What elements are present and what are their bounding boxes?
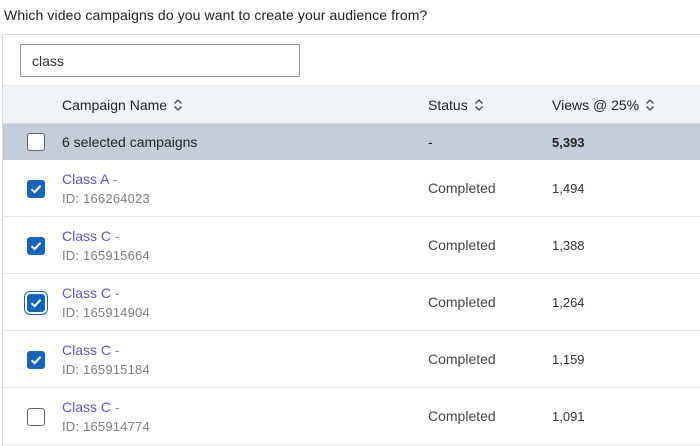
campaign-picker: Campaign Name Status Views @ 25% 6 selec… — [2, 34, 700, 446]
campaign-name-link[interactable]: Class C - — [62, 228, 150, 244]
table-row: Class C - ID: 165914774 Completed 1,091 — [3, 388, 700, 445]
row-checkbox[interactable] — [27, 351, 45, 369]
campaign-id: ID: 165915184 — [62, 362, 150, 377]
col-head-status[interactable]: Status — [428, 86, 484, 124]
row-checkbox[interactable] — [27, 294, 45, 312]
campaign-name-link[interactable]: Class C - — [62, 342, 150, 358]
table-row: Class C - ID: 165915664 Completed 1,388 — [3, 217, 700, 274]
campaign-name-dash: - — [114, 228, 120, 244]
campaign-id: ID: 165914774 — [62, 419, 150, 434]
col-head-campaign-name[interactable]: Campaign Name — [62, 86, 183, 124]
search-bar — [3, 35, 700, 86]
campaign-name-link[interactable]: Class C - — [62, 285, 150, 301]
row-checkbox[interactable] — [27, 408, 45, 426]
campaign-id: ID: 166264023 — [62, 191, 150, 206]
campaign-id: ID: 165914904 — [62, 305, 150, 320]
campaign-status: Completed — [428, 408, 496, 424]
row-checkbox[interactable] — [27, 180, 45, 198]
col-head-views-label: Views @ 25% — [552, 97, 640, 113]
campaign-name-cell: Class C - ID: 165915184 — [62, 342, 150, 377]
page-question: Which video campaigns do you want to cre… — [4, 7, 428, 23]
campaign-name-cell: Class C - ID: 165914774 — [62, 399, 150, 434]
col-head-status-label: Status — [428, 97, 468, 113]
campaign-name-cell: Class C - ID: 165914904 — [62, 285, 150, 320]
campaign-name-cell: Class A - ID: 166264023 — [62, 171, 150, 206]
sort-icon — [645, 98, 655, 112]
campaign-name-link[interactable]: Class C - — [62, 399, 150, 415]
campaign-name-cell: Class C - ID: 165915664 — [62, 228, 150, 263]
check-icon — [30, 356, 42, 365]
selection-summary-status: - — [428, 134, 433, 150]
row-checkbox[interactable] — [27, 237, 45, 255]
table-row: Class C - ID: 165915184 Completed 1,159 — [3, 331, 700, 388]
campaign-name-dash: - — [114, 342, 120, 358]
campaign-name: Class A — [62, 171, 109, 187]
campaign-id: ID: 165915664 — [62, 248, 150, 263]
campaign-views: 1,264 — [552, 295, 585, 310]
campaign-status: Completed — [428, 237, 496, 253]
campaign-status: Completed — [428, 294, 496, 310]
selection-summary-views: 5,393 — [552, 135, 585, 150]
select-all-checkbox[interactable] — [27, 133, 45, 151]
campaign-name: Class C — [62, 399, 112, 415]
sort-icon — [474, 98, 484, 112]
table-header: Campaign Name Status Views @ 25% — [3, 86, 700, 124]
check-icon — [30, 299, 42, 308]
campaign-name-dash: - — [114, 285, 120, 301]
campaign-views: 1,388 — [552, 238, 585, 253]
campaign-name-link[interactable]: Class A - — [62, 171, 150, 187]
check-icon — [30, 242, 42, 251]
selection-summary-label: 6 selected campaigns — [62, 134, 198, 150]
table-row: Class A - ID: 166264023 Completed 1,494 — [3, 160, 700, 217]
col-head-views[interactable]: Views @ 25% — [552, 86, 655, 124]
campaign-name-dash: - — [112, 171, 118, 187]
campaign-status: Completed — [428, 351, 496, 367]
search-input[interactable] — [20, 44, 300, 77]
table-row: Class C - ID: 165914904 Completed 1,264 — [3, 274, 700, 331]
campaign-name: Class C — [62, 342, 112, 358]
campaign-name: Class C — [62, 228, 112, 244]
check-icon — [30, 185, 42, 194]
campaign-views: 1,159 — [552, 352, 585, 367]
campaign-views: 1,494 — [552, 181, 585, 196]
selection-summary-row: 6 selected campaigns - 5,393 — [3, 124, 700, 160]
campaign-status: Completed — [428, 180, 496, 196]
campaign-name-dash: - — [114, 399, 120, 415]
campaign-name: Class C — [62, 285, 112, 301]
col-head-campaign-name-label: Campaign Name — [62, 97, 168, 113]
sort-icon — [173, 98, 183, 112]
campaign-views: 1,091 — [552, 409, 585, 424]
